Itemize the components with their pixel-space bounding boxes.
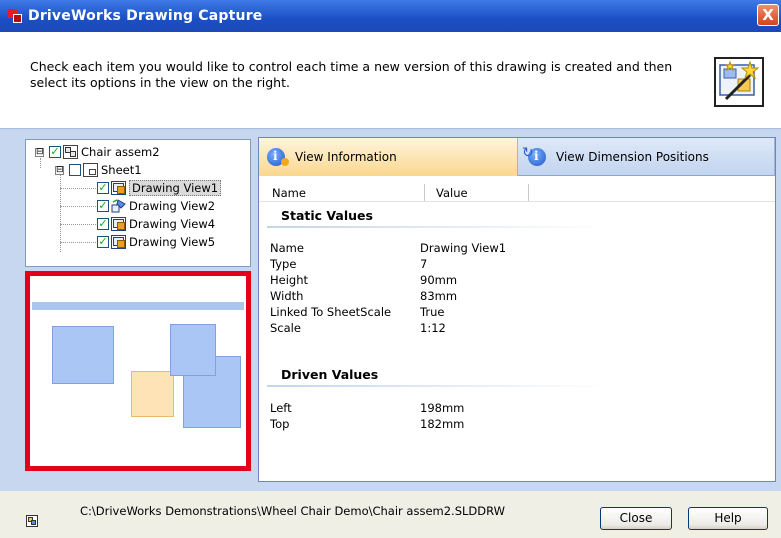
- property-row: Width 83mm: [270, 289, 540, 305]
- tree-node-label: Drawing View4: [129, 217, 216, 231]
- property-name: Top: [270, 417, 290, 431]
- drawing-view-icon: [111, 181, 126, 195]
- collapse-toggle-icon[interactable]: ⊟: [55, 165, 64, 175]
- properties-panel: View Information View Dimension Position…: [258, 137, 776, 482]
- section-divider: [267, 385, 607, 387]
- property-row: Top 182mm: [270, 417, 540, 433]
- property-value: 182mm: [420, 417, 465, 431]
- column-header-value[interactable]: Value: [425, 184, 529, 201]
- tree-node-view[interactable]: ✓ Drawing View5: [97, 234, 215, 250]
- tree-node-view[interactable]: ✓ Drawing View4: [97, 216, 215, 232]
- tree-node-assembly[interactable]: ⊟ ✓ Chair assem2: [35, 144, 160, 160]
- property-value: 90mm: [420, 273, 458, 287]
- preview-view-box[interactable]: [170, 324, 216, 376]
- tab-view-information[interactable]: View Information: [259, 138, 518, 176]
- tree-node-sheet[interactable]: ⊟ Sheet1: [55, 162, 142, 178]
- info-icon: [267, 148, 289, 166]
- assembly-icon: [63, 145, 78, 159]
- view-checkbox[interactable]: ✓: [97, 236, 109, 248]
- property-row: Scale 1:12: [270, 321, 540, 337]
- title-bar[interactable]: DriveWorks Drawing Capture X: [0, 0, 781, 32]
- assembly-drawing-icon: [26, 515, 38, 527]
- view-checkbox[interactable]: ✓: [97, 200, 109, 212]
- instructions-area: Check each item you would like to contro…: [0, 32, 781, 128]
- property-row: Name Drawing View1: [270, 241, 540, 257]
- help-button[interactable]: Help: [688, 507, 768, 530]
- tab-label: View Dimension Positions: [556, 149, 709, 164]
- tree-node-label: Sheet1: [101, 163, 142, 177]
- file-path: C:\DriveWorks Demonstrations\Wheel Chair…: [80, 504, 506, 518]
- property-value: 198mm: [420, 401, 465, 415]
- property-row: Height 90mm: [270, 273, 540, 289]
- wizard-wand-icon: [714, 57, 764, 107]
- preview-view-box-selected[interactable]: [131, 371, 174, 417]
- sheet-icon: [83, 163, 98, 177]
- drawing-view-icon: [111, 235, 126, 249]
- drawing-view-icon: [111, 217, 126, 231]
- tree-node-label: Chair assem2: [81, 145, 160, 159]
- sheet-checkbox[interactable]: [69, 164, 81, 176]
- property-name: Left: [270, 401, 292, 415]
- view-checkbox[interactable]: ✓: [97, 218, 109, 230]
- main-area: ⊟ ✓ Chair assem2 ⊟ Sheet1 ✓ Drawing View…: [0, 128, 781, 490]
- collapse-toggle-icon[interactable]: ⊟: [35, 147, 44, 157]
- column-header: Name Value: [259, 184, 775, 202]
- tree-node-label: Drawing View5: [129, 235, 216, 249]
- tree-node-label: Drawing View2: [129, 199, 216, 213]
- property-name: Scale: [270, 321, 301, 335]
- section-title-static: Static Values: [281, 208, 373, 223]
- property-name: Width: [270, 289, 304, 303]
- property-row: Type 7: [270, 257, 540, 273]
- tab-view-dimension-positions[interactable]: View Dimension Positions: [518, 138, 775, 176]
- tree-node-view[interactable]: ✓ Drawing View2: [97, 198, 215, 214]
- instructions-text: Check each item you would like to contro…: [30, 59, 673, 90]
- section-divider: [267, 226, 607, 228]
- property-value: True: [420, 305, 445, 319]
- window-close-button[interactable]: X: [757, 4, 779, 26]
- view-checkbox[interactable]: ✓: [97, 182, 109, 194]
- preview-view-box[interactable]: [52, 326, 114, 384]
- close-button[interactable]: Close: [600, 507, 672, 530]
- property-name: Type: [270, 257, 297, 271]
- tab-label: View Information: [295, 150, 397, 164]
- sheet-preview[interactable]: [25, 271, 251, 471]
- tree-node-label: Drawing View1: [129, 180, 222, 196]
- property-value: 1:12: [420, 321, 446, 335]
- property-name: Name: [270, 241, 304, 255]
- property-value: 83mm: [420, 289, 458, 303]
- column-header-name[interactable]: Name: [259, 184, 425, 201]
- property-row: Left 198mm: [270, 401, 540, 417]
- tree-node-view[interactable]: ✓ Drawing View1: [97, 180, 222, 196]
- drawing-tree[interactable]: ⊟ ✓ Chair assem2 ⊟ Sheet1 ✓ Drawing View…: [25, 139, 251, 267]
- projected-view-icon: [111, 199, 126, 213]
- sheet-title-strip: [32, 302, 244, 310]
- window-title: DriveWorks Drawing Capture: [28, 8, 263, 24]
- property-name: Linked To SheetScale: [270, 305, 392, 319]
- property-value: 7: [420, 257, 428, 271]
- assembly-checkbox[interactable]: ✓: [49, 146, 61, 158]
- property-row: Linked To SheetScale True: [270, 305, 540, 321]
- driveworks-logo-icon: [8, 9, 22, 23]
- property-value: Drawing View1: [420, 241, 507, 255]
- dimension-info-icon: [522, 145, 546, 166]
- footer-bar: C:\DriveWorks Demonstrations\Wheel Chair…: [0, 490, 781, 538]
- property-name: Height: [270, 273, 309, 287]
- section-title-driven: Driven Values: [281, 367, 379, 382]
- tab-strip: View Information View Dimension Position…: [259, 138, 775, 176]
